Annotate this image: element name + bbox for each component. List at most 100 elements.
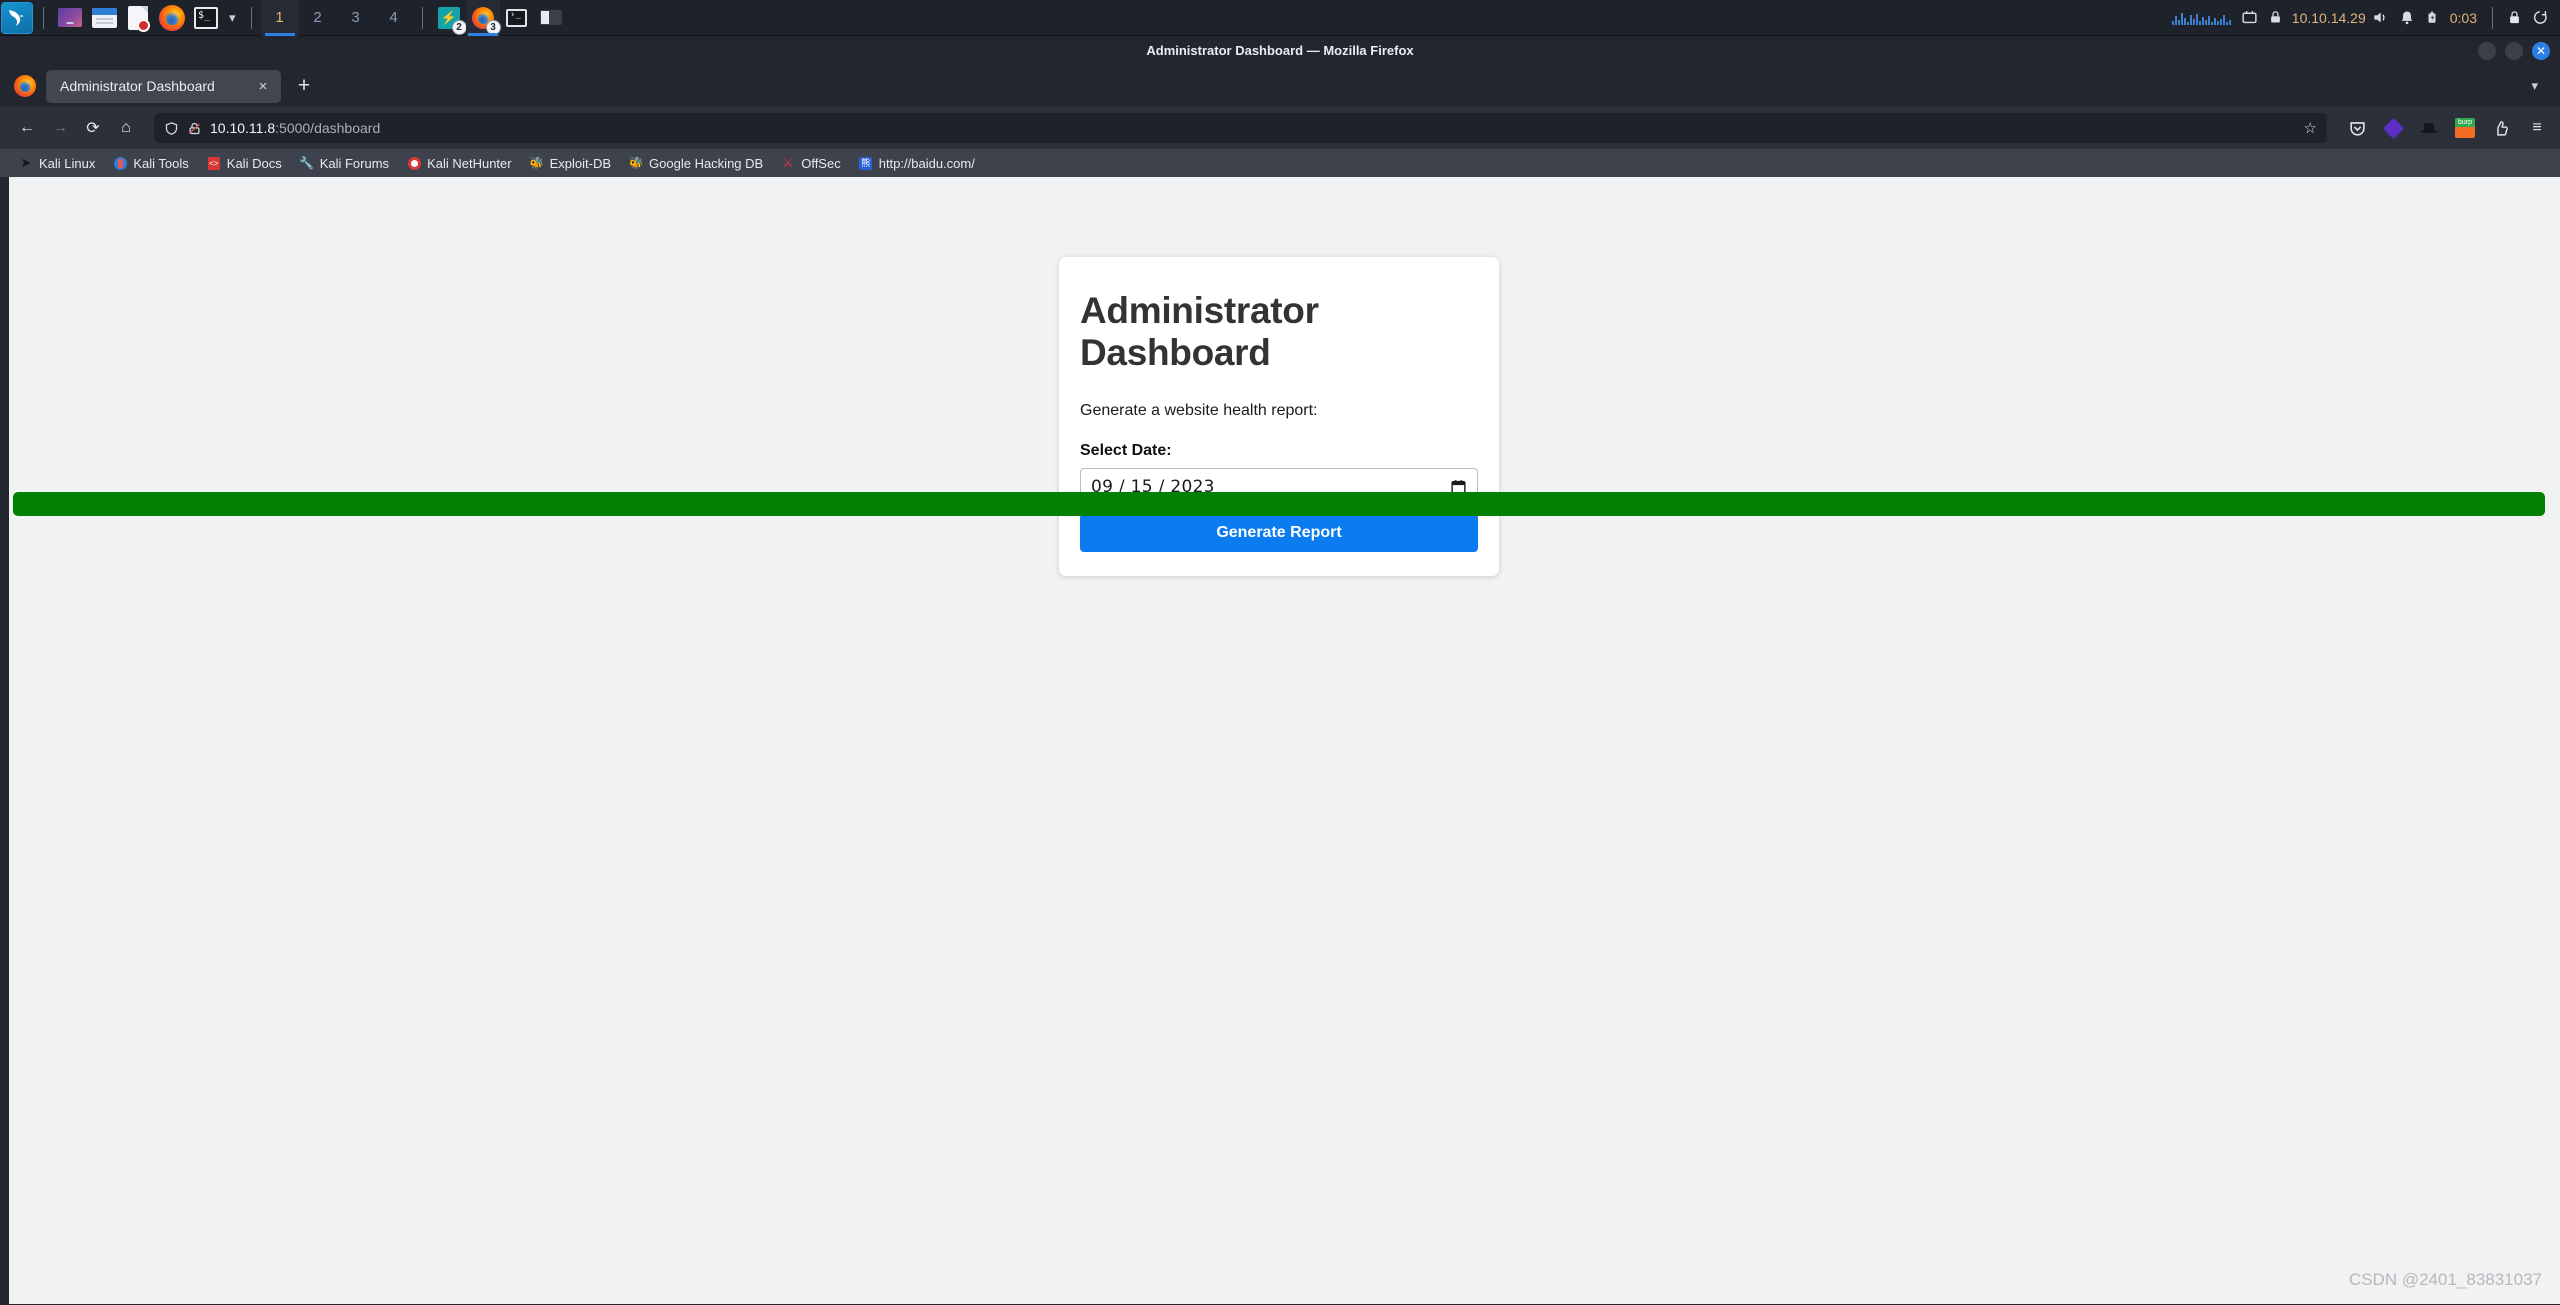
offsec-icon: ⚔ xyxy=(782,155,795,170)
pocket-icon[interactable] xyxy=(2346,117,2368,139)
padlock-glyph xyxy=(2510,11,2519,24)
bell-glyph xyxy=(2401,11,2413,25)
page-subtitle: Generate a website health report: xyxy=(1080,402,1318,419)
firefox-window: Administrator Dashboard — Mozilla Firefo… xyxy=(0,36,2560,1305)
firefox-launcher-button[interactable] xyxy=(157,3,187,33)
hacktools-icon[interactable] xyxy=(2418,117,2440,139)
taskbar-window-misc[interactable] xyxy=(534,0,568,36)
bookmark-kali-forums[interactable]: 🔧 Kali Forums xyxy=(291,149,398,177)
back-button[interactable]: ← xyxy=(12,113,42,143)
document-icon xyxy=(128,5,150,32)
firefox-icon xyxy=(14,75,36,97)
window-count-badge: 2 xyxy=(451,19,467,35)
url-host: 10.10.11.8 xyxy=(210,120,276,136)
extension-icons: burp ≡ xyxy=(2340,117,2548,139)
foxyproxy-icon[interactable] xyxy=(2382,117,2404,139)
network-icon[interactable] xyxy=(2236,0,2263,36)
network-graph-icon xyxy=(2167,0,2236,36)
firefox-icon xyxy=(159,4,185,31)
bookmark-label: Google Hacking DB xyxy=(649,155,764,171)
text-editor-button[interactable] xyxy=(123,3,153,33)
battery-icon[interactable] xyxy=(2420,0,2444,36)
lock-screen-icon[interactable] xyxy=(2502,0,2527,36)
kali-docs-icon: <> xyxy=(207,156,220,170)
forward-button[interactable]: → xyxy=(45,113,75,143)
kali-nethunter-icon xyxy=(407,156,421,170)
tab-label: Administrator Dashboard xyxy=(60,78,215,94)
desktop-taskbar: ▾ 1 2 3 4 ⚡ 2 3 xyxy=(0,0,2560,36)
bookmark-label: Exploit-DB xyxy=(549,155,612,171)
window-controls: ✕ xyxy=(2478,36,2550,65)
workspace-label: 1 xyxy=(275,9,284,26)
bookmark-star-icon[interactable]: ☆ xyxy=(2304,119,2317,137)
lock-glyph xyxy=(2270,11,2280,23)
terminal-icon xyxy=(506,8,528,27)
extensions-icon[interactable] xyxy=(2490,117,2512,139)
bookmark-baidu[interactable]: 熊 http://baidu.com/ xyxy=(850,149,984,177)
url-bar[interactable]: 10.10.11.8:5000/dashboard ☆ xyxy=(154,113,2327,143)
workspace-1-button[interactable]: 1 xyxy=(260,0,299,36)
workspace-3-button[interactable]: 3 xyxy=(337,0,375,36)
application-menu-button[interactable]: ≡ xyxy=(2526,119,2548,137)
window-icon xyxy=(539,10,562,25)
kali-dragon-icon: ➤ xyxy=(20,155,32,170)
new-tab-button[interactable]: + xyxy=(287,74,321,98)
tab-administrator-dashboard[interactable]: Administrator Dashboard × xyxy=(46,69,281,103)
bookmark-kali-docs[interactable]: <> Kali Docs xyxy=(198,149,291,177)
workspace-label: 4 xyxy=(389,9,398,26)
shield-icon[interactable] xyxy=(164,121,179,136)
taskbar-divider-3 xyxy=(421,6,423,29)
kali-apps-button[interactable] xyxy=(55,3,85,33)
volume-icon[interactable] xyxy=(2366,0,2394,36)
page-title: Administrator Dashboard xyxy=(1080,290,1319,373)
close-icon[interactable]: × xyxy=(253,78,273,95)
system-tray: 10.10.14.29 0:03 xyxy=(2167,0,2560,36)
burpsuite-icon[interactable]: burp xyxy=(2454,117,2476,139)
file-manager-button[interactable] xyxy=(89,3,119,33)
speaker-glyph xyxy=(2374,12,2385,23)
minimize-button[interactable] xyxy=(2478,41,2496,60)
chevron-down-icon[interactable]: ▾ xyxy=(223,10,242,26)
vpn-lock-icon[interactable] xyxy=(2263,0,2288,36)
bookmark-kali-nethunter[interactable]: Kali NetHunter xyxy=(398,149,521,177)
reload-button[interactable]: ⟳ xyxy=(78,113,108,143)
vpn-ip-address: 10.10.14.29 xyxy=(2291,9,2366,26)
window-title: Administrator Dashboard — Mozilla Firefo… xyxy=(1146,43,1414,58)
taskbar-window-app[interactable]: ⚡ 2 xyxy=(432,0,467,36)
workspace-label: 2 xyxy=(313,9,322,26)
workspace-2-button[interactable]: 2 xyxy=(299,0,337,36)
list-all-tabs-icon[interactable]: ▾ xyxy=(2531,78,2538,94)
generate-report-button[interactable]: Generate Report xyxy=(1080,514,1478,552)
bookmark-kali-linux[interactable]: ➤ Kali Linux xyxy=(10,149,104,177)
power-icon[interactable] xyxy=(2527,0,2554,36)
bookmark-offsec[interactable]: ⚔ OffSec xyxy=(772,149,850,177)
exploit-db-icon: 🐝 xyxy=(529,156,545,170)
insecure-lock-icon[interactable] xyxy=(187,121,202,136)
clock[interactable]: 0:03 xyxy=(2444,10,2483,26)
taskbar-window-terminal[interactable] xyxy=(500,0,534,36)
terminal-icon xyxy=(194,6,218,29)
navigation-toolbar: ← → ⟳ ⌂ 10.10.11.8:5000/dashboard ☆ burp xyxy=(0,107,2560,149)
taskbar-window-firefox[interactable]: 3 xyxy=(465,0,501,36)
dashboard-card: Administrator Dashboard Generate a websi… xyxy=(1059,257,1499,576)
bookmark-label: Kali NetHunter xyxy=(427,155,512,171)
close-button[interactable]: ✕ xyxy=(2532,41,2550,60)
bookmark-label: Kali Docs xyxy=(226,155,282,171)
workspace-4-button[interactable]: 4 xyxy=(375,0,413,36)
notifications-bell-icon[interactable] xyxy=(2394,0,2420,36)
kali-menu-button[interactable] xyxy=(2,2,32,33)
maximize-button[interactable] xyxy=(2505,41,2523,60)
taskbar-launchers: ▾ 1 2 3 4 ⚡ 2 3 xyxy=(0,0,568,36)
bookmark-kali-tools[interactable]: Kali Tools xyxy=(104,149,197,177)
bookmark-exploit-db[interactable]: 🐝 Exploit-DB xyxy=(521,149,620,177)
home-button[interactable]: ⌂ xyxy=(111,113,141,143)
watermark: CSDN @2401_83831037 xyxy=(2348,1270,2542,1289)
battery-glyph xyxy=(2428,11,2436,23)
google-hacking-db-icon: 🐝 xyxy=(628,156,644,170)
bookmark-label: Kali Tools xyxy=(133,155,189,171)
status-alert-bar xyxy=(13,492,2545,516)
bookmark-google-hacking-db[interactable]: 🐝 Google Hacking DB xyxy=(620,149,772,177)
terminal-launcher-button[interactable] xyxy=(191,3,221,33)
kali-tools-icon xyxy=(113,156,127,170)
bookmark-label: Kali Forums xyxy=(319,155,390,171)
